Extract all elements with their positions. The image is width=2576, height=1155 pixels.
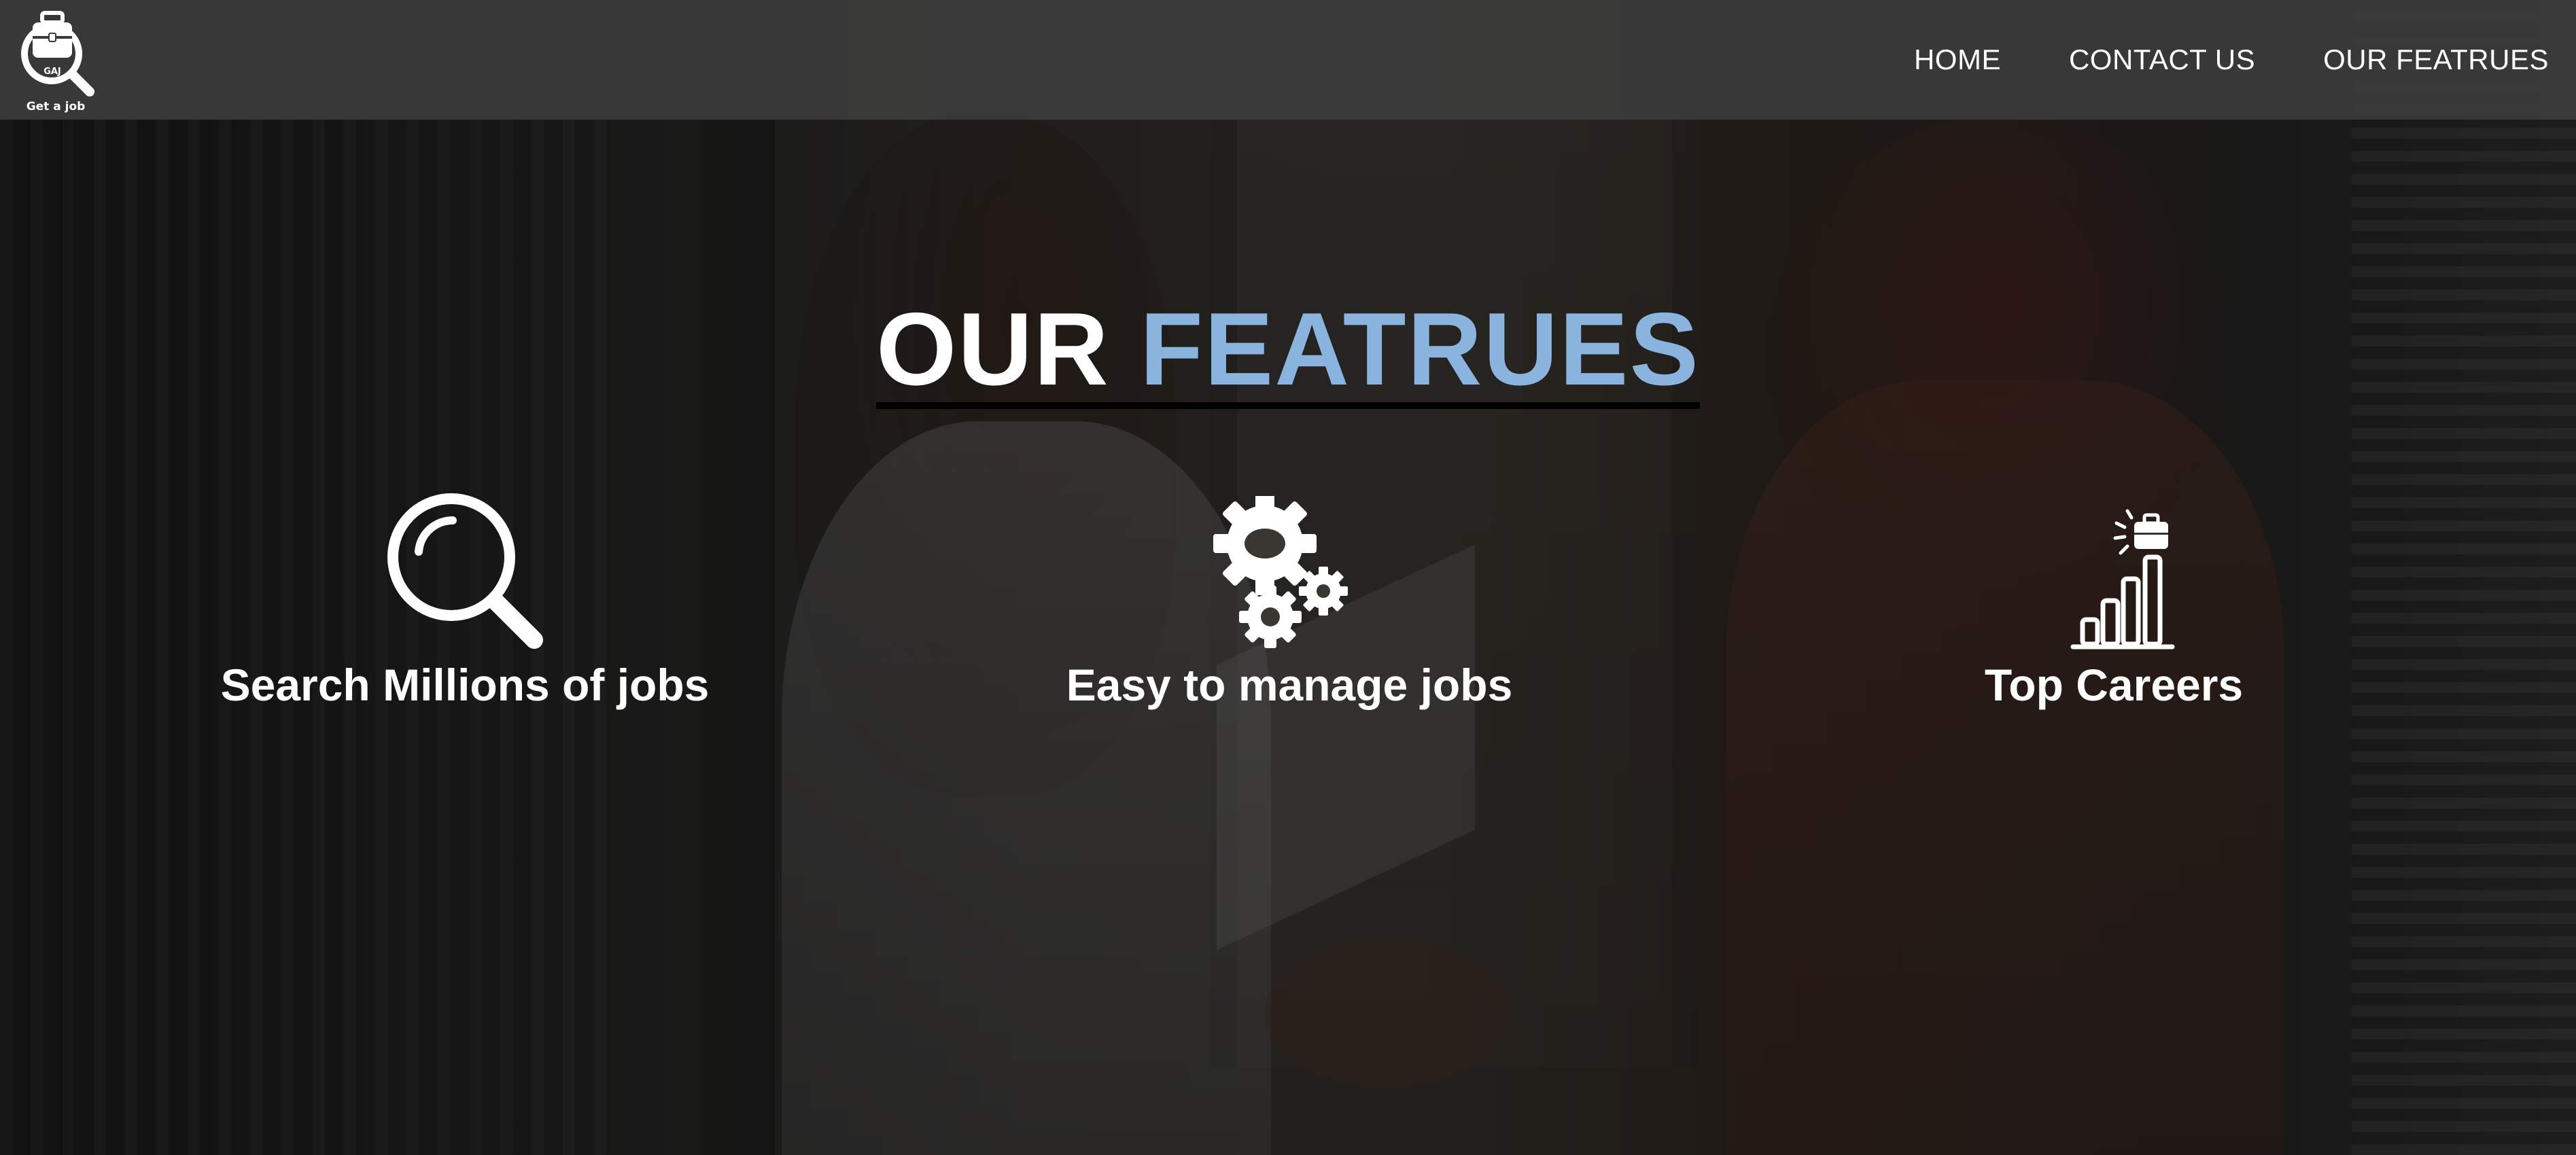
logo-badge-text: GAJ [43,67,61,77]
title-word-our: OUR [876,291,1110,407]
site-logo[interactable]: GAJ Get a job [15,9,97,113]
features-title-underlined: OUR FEATRUES [876,298,1700,409]
feature-manage-label: Easy to manage jobs [1066,660,1513,710]
gears-icon [1213,496,1348,648]
nav-home-link[interactable]: HOME [1914,43,2001,76]
feature-search: Search Millions of jobs [159,489,771,711]
page: GAJ Get a job HOME CONTACT US OUR FEATRU… [0,0,2576,1155]
feature-manage: Easy to manage jobs [984,489,1595,711]
nav-our-features-link[interactable]: OUR FEATRUES [2323,43,2549,76]
feature-careers: Top Careers [1808,489,2420,711]
feature-search-label: Search Millions of jobs [220,660,710,710]
title-word-features: FEATRUES [1140,291,1700,407]
briefcase-magnifier-icon: GAJ [21,11,94,96]
site-header: GAJ Get a job HOME CONTACT US OUR FEATRU… [0,0,2576,120]
main-nav: HOME CONTACT US OUR FEATRUES [1914,43,2549,76]
magnifying-glass-icon [387,493,543,649]
features-title: OUR FEATRUES [0,298,2576,409]
career-growth-chart-icon [2070,509,2175,650]
feature-careers-label: Top Careers [1984,660,2244,710]
logo-caption: Get a job [26,100,86,113]
nav-contact-us-link[interactable]: CONTACT US [2069,43,2255,76]
